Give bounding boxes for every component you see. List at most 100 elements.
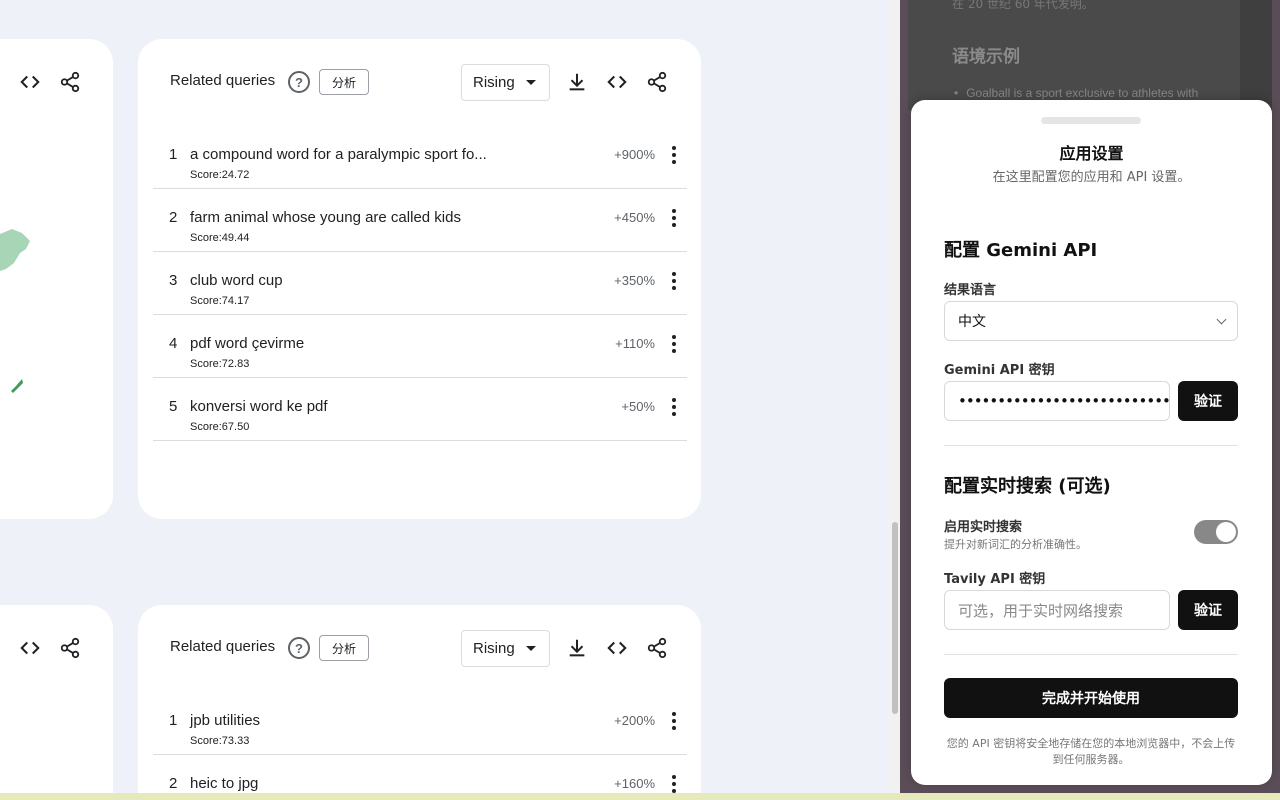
realtime-description: 提升对新词汇的分析准确性。 (944, 538, 1087, 551)
rank: 2 (169, 775, 178, 792)
rank: 4 (169, 335, 178, 352)
gemini-key-input[interactable]: •••••••••••••••••••••••••••••••••••• (944, 381, 1170, 421)
filter-dropdown[interactable]: Rising (461, 64, 550, 101)
rank: 3 (169, 272, 178, 289)
related-queries-card-1: Related queries ? 分析 Rising 1 a compound… (138, 39, 701, 519)
more-options-icon[interactable] (667, 206, 681, 230)
language-select[interactable]: 中文 (944, 301, 1238, 341)
query-link[interactable]: jpb utilities (190, 712, 260, 729)
change-value: +110% (615, 336, 655, 351)
caret-down-icon (526, 646, 536, 651)
query-list: 1 jpb utilities Score:73.33 +200% 2 heic… (153, 692, 687, 793)
tavily-key-label: Tavily API 密钥 (944, 572, 1046, 587)
background-bullet: Goalball is a sport exclusive to athlete… (954, 86, 1198, 100)
settings-title: 应用设置 (1059, 144, 1124, 163)
page-scrollbar-thumb[interactable] (892, 522, 898, 714)
verify-gemini-button[interactable]: 验证 (1178, 381, 1238, 421)
realtime-toggle[interactable] (1194, 520, 1238, 544)
rank: 1 (169, 146, 178, 163)
embed-code-icon[interactable] (601, 632, 633, 664)
divider (944, 654, 1238, 655)
verify-tavily-button[interactable]: 验证 (1178, 590, 1238, 630)
change-value: +160% (614, 776, 655, 791)
change-value: +350% (614, 273, 655, 288)
help-icon[interactable]: ? (288, 71, 310, 93)
share-icon[interactable] (54, 632, 86, 664)
more-options-icon[interactable] (667, 143, 681, 167)
privacy-footnote: 您的 API 密钥将安全地存储在您的本地浏览器中，不会上传到任何服务器。 (946, 737, 1236, 766)
rank: 5 (169, 398, 178, 415)
more-options-icon[interactable] (667, 772, 681, 793)
taskbar-strip (0, 793, 1280, 800)
tavily-key-input[interactable]: 可选，用于实时网络搜索 (944, 590, 1170, 630)
caret-down-icon (526, 80, 536, 85)
settings-subtitle: 在这里配置您的应用和 API 设置。 (992, 170, 1191, 185)
query-link[interactable]: farm animal whose young are called kids (190, 209, 461, 226)
change-value: +450% (614, 210, 655, 225)
toggle-knob (1216, 522, 1236, 542)
query-list: 1 a compound word for a paralympic sport… (153, 126, 687, 441)
embed-code-icon[interactable] (14, 66, 46, 98)
related-queries-card-2: Related queries ? 分析 Rising 1 jpb utilit… (138, 605, 701, 793)
rank: 2 (169, 209, 178, 226)
rank: 1 (169, 712, 178, 729)
query-row[interactable]: 5 konversi word ke pdf Score:67.50 +50% (153, 378, 687, 441)
change-value: +50% (621, 399, 655, 414)
gemini-key-label: Gemini API 密钥 (944, 363, 1055, 378)
language-value: 中文 (958, 314, 986, 330)
divider (944, 445, 1238, 446)
realtime-label: 启用实时搜索 (944, 520, 1023, 535)
share-icon[interactable] (641, 632, 673, 664)
query-row[interactable]: 1 a compound word for a paralympic sport… (153, 126, 687, 189)
card-title: Related queries (170, 638, 276, 655)
chevron-down-icon (1216, 314, 1227, 325)
query-row[interactable]: 4 pdf word çevirme Score:72.83 +110% (153, 315, 687, 378)
card-title: Related queries (170, 72, 276, 89)
share-icon[interactable] (54, 66, 86, 98)
map-island-shape (11, 379, 23, 393)
score-text: Score:72.83 (190, 358, 250, 370)
query-row[interactable]: 1 jpb utilities Score:73.33 +200% (153, 692, 687, 755)
drag-handle[interactable] (1041, 117, 1141, 124)
query-row[interactable]: 2 heic to jpg +160% (153, 755, 687, 793)
embed-code-icon[interactable] (14, 632, 46, 664)
query-row[interactable]: 3 club word cup Score:74.17 +350% (153, 252, 687, 315)
more-options-icon[interactable] (667, 332, 681, 356)
query-link[interactable]: club word cup (190, 272, 283, 289)
more-options-icon[interactable] (667, 269, 681, 293)
background-heading: 语境示例 (952, 47, 1020, 67)
score-text: Score:74.17 (190, 295, 250, 307)
analyze-button[interactable]: 分析 (319, 635, 369, 661)
query-link[interactable]: heic to jpg (190, 775, 258, 792)
language-label: 结果语言 (944, 283, 997, 298)
score-text: Score:49.44 (190, 232, 250, 244)
change-value: +200% (614, 713, 655, 728)
score-text: Score:67.50 (190, 421, 250, 433)
analyze-button[interactable]: 分析 (319, 69, 369, 95)
change-value: +900% (614, 147, 655, 162)
search-section-title: 配置实时搜索 (可选) (944, 476, 1111, 497)
query-link[interactable]: a compound word for a paralympic sport f… (190, 146, 487, 163)
download-icon[interactable] (561, 66, 593, 98)
trends-page: Related queries ? 分析 Rising 1 a compound… (0, 0, 900, 793)
filter-value: Rising (473, 640, 515, 657)
filter-dropdown[interactable]: Rising (461, 630, 550, 667)
left-card-bottom (0, 605, 113, 793)
background-scrollbar (1240, 0, 1272, 110)
filter-value: Rising (473, 74, 515, 91)
left-card-top (0, 39, 113, 519)
more-options-icon[interactable] (667, 395, 681, 419)
map-region-shape (0, 229, 30, 271)
help-icon[interactable]: ? (288, 637, 310, 659)
share-icon[interactable] (641, 66, 673, 98)
download-icon[interactable] (561, 632, 593, 664)
finish-button[interactable]: 完成并开始使用 (944, 678, 1238, 718)
settings-sheet: 应用设置 在这里配置您的应用和 API 设置。 配置 Gemini API 结果… (911, 100, 1272, 785)
score-text: Score:24.72 (190, 169, 250, 181)
query-row[interactable]: 2 farm animal whose young are called kid… (153, 189, 687, 252)
embed-code-icon[interactable] (601, 66, 633, 98)
more-options-icon[interactable] (667, 709, 681, 733)
query-link[interactable]: pdf word çevirme (190, 335, 304, 352)
query-link[interactable]: konversi word ke pdf (190, 398, 328, 415)
gemini-section-title: 配置 Gemini API (944, 240, 1098, 261)
